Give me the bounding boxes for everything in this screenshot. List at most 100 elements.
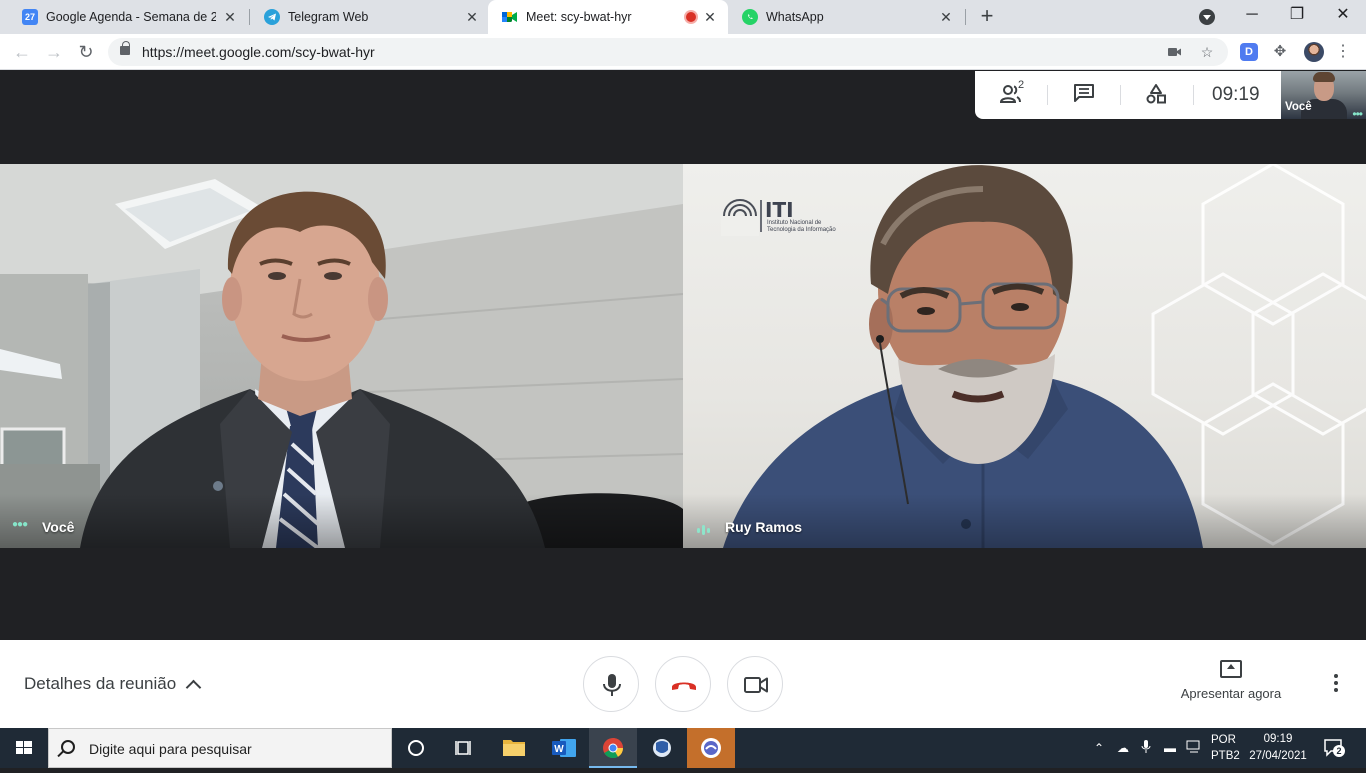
address-bar[interactable]: https://meet.google.com/scy-bwat-hyr ☆ bbox=[108, 38, 1228, 66]
tab-telegram[interactable]: Telegram Web ✕ bbox=[250, 0, 490, 34]
microphone-button[interactable] bbox=[583, 656, 639, 712]
start-button[interactable] bbox=[0, 728, 48, 768]
video-tile-self[interactable]: ●●● Você bbox=[0, 164, 683, 548]
battery-icon[interactable]: ▬ bbox=[1162, 740, 1178, 756]
folder-icon bbox=[503, 740, 525, 756]
cortana-button[interactable] bbox=[392, 728, 440, 768]
activities-button[interactable] bbox=[1145, 83, 1171, 107]
chat-button[interactable] bbox=[1073, 83, 1099, 107]
present-screen-icon bbox=[1220, 660, 1242, 678]
browser-menu-icon[interactable]: ⋮ bbox=[1334, 43, 1352, 61]
keyboard-layout: PTB2 bbox=[1211, 750, 1240, 762]
tab-whatsapp[interactable]: WhatsApp ✕ bbox=[728, 0, 964, 34]
extensions-puzzle-icon[interactable]: ✥ bbox=[1271, 43, 1289, 61]
participant-name: Você bbox=[42, 519, 75, 535]
network-icon[interactable] bbox=[1186, 740, 1202, 756]
tab-title: WhatsApp bbox=[766, 10, 824, 24]
microphone-tray-icon[interactable] bbox=[1138, 740, 1154, 756]
notification-count: 2 bbox=[1333, 745, 1345, 757]
profile-avatar[interactable] bbox=[1304, 42, 1324, 62]
url-text[interactable]: https://meet.google.com/scy-bwat-hyr bbox=[142, 44, 375, 60]
iti-logo-title: ITI bbox=[765, 198, 794, 222]
calendar-icon-date: 27 bbox=[24, 12, 35, 22]
task-view-button[interactable] bbox=[440, 728, 488, 768]
participants-count: 2 bbox=[1018, 79, 1025, 91]
iti-logo-subtitle-line2: Tecnologia da Informação bbox=[767, 227, 836, 233]
new-tab-button[interactable]: + bbox=[976, 5, 998, 27]
meeting-top-info-bar: 2 09:19 bbox=[975, 71, 1281, 119]
language-code: POR bbox=[1211, 734, 1236, 746]
activities-shapes-icon bbox=[1146, 84, 1166, 104]
taskbar-search-box[interactable]: Digite aqui para pesquisar bbox=[48, 728, 392, 768]
tray-chevron-up-icon[interactable]: ⌃ bbox=[1091, 740, 1107, 756]
vpn-app-button[interactable] bbox=[638, 728, 686, 768]
back-arrow-icon[interactable]: ← bbox=[10, 40, 34, 64]
participants-button[interactable]: 2 bbox=[999, 79, 1025, 107]
meet-stage: 2 09:19 Você ••• ●●● Você ITI Instituto … bbox=[0, 71, 1366, 640]
app-button-orange[interactable] bbox=[687, 728, 735, 768]
notifications-button[interactable]: 2 bbox=[1323, 738, 1345, 758]
divider bbox=[1047, 85, 1048, 105]
tab-divider bbox=[965, 9, 966, 25]
taskbar-clock[interactable]: 09:19 27/04/2021 bbox=[1246, 728, 1310, 768]
chrome-button[interactable] bbox=[589, 728, 637, 768]
browser-toolbar: ← → ↻ https://meet.google.com/scy-bwat-h… bbox=[0, 34, 1366, 70]
camera-button[interactable] bbox=[727, 656, 783, 712]
taskbar-date: 27/04/2021 bbox=[1249, 750, 1307, 762]
search-placeholder: Digite aqui para pesquisar bbox=[89, 741, 252, 757]
meet-control-bar: Detalhes da reunião Apresentar agora bbox=[0, 640, 1366, 728]
restore-button[interactable]: ❐ bbox=[1274, 0, 1320, 30]
self-view-thumbnail[interactable]: Você ••• bbox=[1281, 71, 1366, 119]
meeting-details-label: Detalhes da reunião bbox=[24, 674, 177, 693]
video-camera-icon bbox=[744, 677, 768, 693]
window-close-button[interactable]: ✕ bbox=[1320, 0, 1366, 30]
chevron-up-icon bbox=[185, 679, 202, 695]
audio-indicator-icon: ●●● bbox=[12, 519, 28, 530]
windows-taskbar: Digite aqui para pesquisar W ⌃ ☁ ▬ POR P… bbox=[0, 728, 1366, 768]
phone-hangup-icon bbox=[672, 682, 696, 690]
task-view-icon bbox=[455, 741, 471, 755]
tab-google-agenda[interactable]: 27 Google Agenda - Semana de 25 d ✕ bbox=[8, 0, 248, 34]
meet-icon bbox=[502, 9, 518, 25]
meeting-clock: 09:19 bbox=[1212, 84, 1260, 105]
extension-d-icon[interactable]: D bbox=[1240, 43, 1258, 61]
file-explorer-button[interactable] bbox=[490, 728, 538, 768]
participant-name: Ruy Ramos bbox=[725, 519, 803, 535]
iti-logo-subtitle-line1: Instituto Nacional de bbox=[767, 220, 822, 226]
tab-title: Google Agenda - Semana de 25 d bbox=[46, 10, 216, 24]
more-options-icon[interactable] bbox=[1330, 674, 1342, 694]
word-button[interactable]: W bbox=[540, 728, 588, 768]
chrome-icon bbox=[603, 738, 624, 759]
camera-icon[interactable] bbox=[1166, 44, 1184, 60]
close-icon[interactable]: ✕ bbox=[702, 9, 718, 25]
shield-globe-icon bbox=[653, 739, 671, 757]
tab-title: Meet: scy-bwat-hyr bbox=[526, 10, 632, 24]
hang-up-button[interactable] bbox=[655, 656, 711, 712]
input-language-indicator[interactable]: POR PTB2 bbox=[1211, 728, 1241, 768]
present-now-label: Apresentar agora bbox=[1180, 686, 1282, 701]
lock-icon[interactable] bbox=[120, 41, 130, 55]
divider bbox=[1193, 85, 1194, 105]
chat-icon bbox=[1074, 84, 1094, 102]
minimize-button[interactable]: ─ bbox=[1229, 0, 1275, 30]
tab-meet[interactable]: Meet: scy-bwat-hyr ✕ bbox=[488, 0, 728, 34]
iti-fingerprint-icon bbox=[721, 199, 759, 236]
forward-arrow-icon[interactable]: → bbox=[42, 40, 66, 64]
microphone-icon bbox=[603, 674, 621, 696]
cortana-circle-icon bbox=[408, 740, 424, 756]
meeting-details-button[interactable]: Detalhes da reunião bbox=[24, 674, 202, 695]
browser-tab-strip: 27 Google Agenda - Semana de 25 d ✕ Tele… bbox=[0, 0, 1366, 34]
close-icon[interactable]: ✕ bbox=[222, 9, 238, 25]
present-now-button[interactable]: Apresentar agora bbox=[1176, 660, 1286, 701]
reload-icon[interactable]: ↻ bbox=[74, 40, 98, 64]
video-tile-ruy-ramos[interactable]: ITI Instituto Nacional de Tecnologia da … bbox=[683, 164, 1366, 548]
close-icon[interactable]: ✕ bbox=[464, 9, 480, 25]
self-video-feed bbox=[0, 164, 683, 548]
windows-logo-icon bbox=[16, 741, 32, 754]
divider bbox=[1120, 85, 1121, 105]
whatsapp-icon bbox=[742, 9, 758, 25]
bookmark-star-icon[interactable]: ☆ bbox=[1198, 44, 1216, 60]
onedrive-cloud-icon[interactable]: ☁ bbox=[1115, 740, 1131, 756]
tab-search-icon[interactable] bbox=[1199, 9, 1215, 25]
close-icon[interactable]: ✕ bbox=[938, 9, 954, 25]
